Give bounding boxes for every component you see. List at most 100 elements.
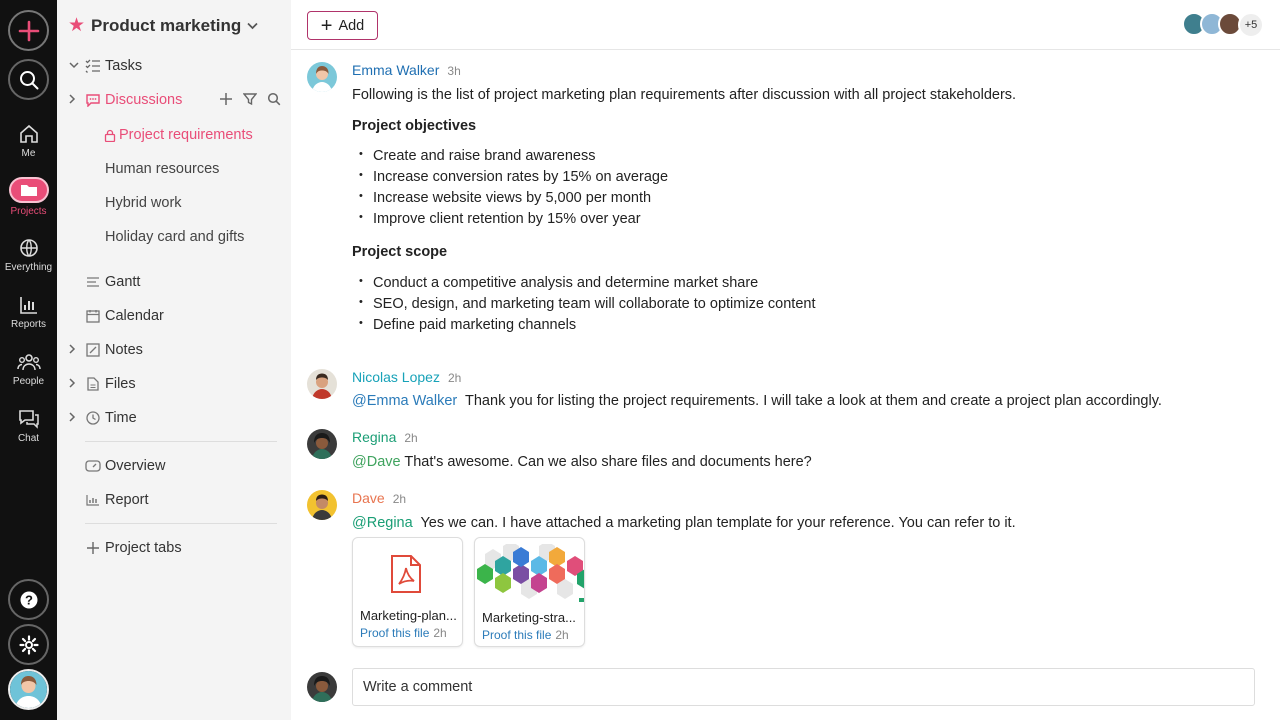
attachment-card-image[interactable]: Marketing-stra... Proof this file 2h: [474, 537, 585, 647]
dashboard-icon: [85, 458, 101, 474]
sidebar-item-label: Discussions: [105, 92, 183, 108]
sidebar-item-label: Report: [105, 492, 149, 508]
avatar-image: [10, 671, 47, 708]
section-heading: Project scope: [352, 244, 448, 260]
nav-projects[interactable]: Projects: [0, 177, 57, 217]
nav-me[interactable]: Me: [0, 123, 57, 159]
nav-me-label: Me: [21, 148, 36, 159]
settings-button[interactable]: [8, 624, 49, 665]
proof-label: Proof this file: [360, 626, 430, 640]
message-time: 2h: [447, 371, 462, 385]
message-text: That's awesome. Can we also share files …: [404, 454, 812, 470]
more-members-badge[interactable]: +5: [1238, 12, 1264, 38]
globe-icon: [19, 239, 38, 257]
chevron-right-icon[interactable]: [69, 377, 81, 391]
help-icon: ?: [20, 591, 37, 608]
chevron-right-icon[interactable]: [69, 411, 81, 425]
sidebar-divider: [85, 523, 277, 524]
sidebar-item-label: Overview: [105, 458, 166, 474]
message-author[interactable]: Regina: [352, 429, 396, 445]
nav-chat-label: Chat: [17, 433, 40, 444]
home-icon: [19, 124, 38, 143]
svg-text:?: ?: [25, 592, 33, 607]
proof-file-link[interactable]: Proof this file 2h: [482, 628, 569, 642]
sidebar-item-gantt[interactable]: Gantt: [85, 274, 140, 290]
list-item: Conduct a competitive analysis and deter…: [352, 275, 1252, 296]
add-button-label: Add: [338, 17, 365, 34]
nav-people[interactable]: People: [0, 351, 57, 387]
message-text: Thank you for listing the project requir…: [465, 393, 1162, 409]
checklist-icon: [85, 58, 101, 74]
message-text: Yes we can. I have attached a marketing …: [420, 515, 1016, 531]
attachment-card-pdf[interactable]: Marketing-plan... Proof this file 2h: [352, 537, 463, 647]
message-author[interactable]: Emma Walker: [352, 62, 439, 78]
file-icon: [85, 376, 101, 392]
discussion-item-project-requirements[interactable]: Project requirements: [104, 127, 253, 143]
star-icon: ★: [68, 15, 86, 36]
user-avatar[interactable]: [8, 669, 49, 710]
project-title-dropdown[interactable]: ★ Product marketing: [68, 14, 258, 37]
sidebar-item-label: Tasks: [105, 58, 143, 74]
pdf-icon: [390, 555, 422, 598]
filter-icon: [242, 93, 258, 106]
plus-icon: [220, 93, 232, 105]
chevron-down-icon: [247, 19, 258, 33]
sidebar-item-notes[interactable]: Notes: [69, 342, 143, 358]
chevron-down-icon[interactable]: [69, 60, 81, 72]
member-avatars[interactable]: +5: [1182, 12, 1264, 38]
sidebar-item-report[interactable]: Report: [85, 492, 149, 508]
attachment-name: Marketing-stra...: [482, 610, 576, 625]
sidebar-item-label: Project tabs: [105, 540, 182, 556]
message-author[interactable]: Dave: [352, 490, 385, 506]
search-discussions-button[interactable]: [267, 92, 281, 110]
discussion-item-hybrid-work[interactable]: Hybrid work: [105, 195, 182, 211]
discussion-item-holiday-card[interactable]: Holiday card and gifts: [105, 229, 244, 245]
search-icon: [19, 70, 38, 89]
nav-projects-label: Projects: [10, 206, 47, 217]
list-item: Define paid marketing channels: [352, 317, 1252, 338]
strategy-thumbnail: [475, 541, 584, 609]
calendar-icon: [85, 308, 101, 324]
chevron-right-icon[interactable]: [69, 93, 81, 107]
filter-button[interactable]: [242, 92, 258, 110]
search-button[interactable]: [8, 59, 49, 100]
section-heading: Project objectives: [352, 118, 477, 134]
avatar: [307, 429, 337, 459]
help-button[interactable]: ?: [8, 579, 49, 620]
sidebar-item-calendar[interactable]: Calendar: [85, 308, 164, 324]
proof-file-link[interactable]: Proof this file 2h: [360, 626, 447, 640]
sidebar-item-time[interactable]: Time: [69, 410, 137, 426]
mention-link[interactable]: @Emma Walker: [352, 393, 457, 409]
mention-link[interactable]: @Regina: [352, 515, 413, 531]
folder-icon: [20, 185, 37, 196]
plus-icon: [18, 20, 39, 41]
chevron-right-icon[interactable]: [69, 343, 81, 357]
attachment-time: 2h: [555, 628, 569, 642]
sidebar-item-label: Calendar: [105, 308, 164, 324]
nav-chat[interactable]: Chat: [0, 408, 57, 444]
sidebar-item-project-tabs[interactable]: Project tabs: [85, 540, 182, 556]
left-rail: Me Projects Everything Reports People Ch…: [0, 0, 57, 720]
message-time: 2h: [392, 492, 407, 506]
add-button[interactable]: + Add: [307, 11, 378, 40]
create-button[interactable]: [8, 10, 49, 51]
mention-link[interactable]: @Dave: [352, 454, 401, 470]
gear-icon: [18, 634, 39, 655]
sidebar-item-overview[interactable]: Overview: [85, 458, 165, 474]
add-discussion-button[interactable]: [219, 92, 233, 110]
nav-everything[interactable]: Everything: [0, 237, 57, 273]
proof-label: Proof this file: [482, 628, 552, 642]
message-author[interactable]: Nicolas Lopez: [352, 369, 440, 385]
comment-input[interactable]: Write a comment: [352, 668, 1255, 706]
nav-reports[interactable]: Reports: [0, 294, 57, 330]
sidebar-item-files[interactable]: Files: [69, 376, 136, 392]
top-bar: + Add +5: [291, 0, 1280, 50]
discussion-item-human-resources[interactable]: Human resources: [105, 161, 219, 177]
sidebar-item-discussions[interactable]: Discussions: [69, 92, 182, 108]
nav-everything-label: Everything: [4, 262, 53, 273]
current-user-avatar: [307, 672, 337, 702]
discussion-item-label: Hybrid work: [105, 195, 182, 211]
plus-icon: +: [320, 14, 333, 37]
project-sidebar: ★ Product marketing Tasks Discussions Pr…: [57, 0, 291, 720]
sidebar-item-tasks[interactable]: Tasks: [69, 58, 142, 74]
